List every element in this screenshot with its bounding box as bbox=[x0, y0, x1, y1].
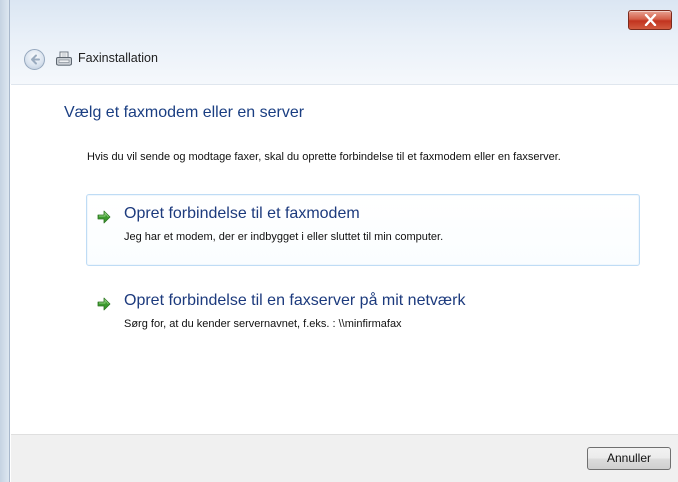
titlebar-divider bbox=[11, 84, 678, 85]
option-fax-modem[interactable]: Opret forbindelse til et faxmodem Jeg ha… bbox=[86, 194, 640, 266]
fax-icon bbox=[56, 51, 72, 66]
cancel-button[interactable]: Annuller bbox=[587, 447, 671, 470]
back-button[interactable] bbox=[24, 49, 45, 70]
back-arrow-icon bbox=[31, 54, 40, 65]
intro-text: Hvis du vil sende og modtage faxer, skal… bbox=[87, 151, 561, 163]
green-arrow-icon bbox=[97, 297, 111, 311]
option-title: Opret forbindelse til et faxmodem bbox=[124, 205, 360, 222]
green-arrow-icon bbox=[97, 210, 111, 224]
titlebar bbox=[10, 0, 678, 84]
window-title: Faxinstallation bbox=[78, 51, 158, 65]
page-title: Vælg et faxmodem eller en server bbox=[64, 104, 305, 121]
fax-setup-window: Faxinstallation Vælg et faxmodem eller e… bbox=[0, 0, 678, 482]
option-description: Sørg for, at du kender servernavnet, f.e… bbox=[124, 318, 402, 330]
footer-bar bbox=[11, 434, 678, 482]
window-frame-left bbox=[0, 0, 10, 482]
close-icon bbox=[644, 14, 657, 26]
option-title: Opret forbindelse til en faxserver på mi… bbox=[124, 292, 466, 309]
close-button[interactable] bbox=[628, 10, 672, 30]
option-description: Jeg har et modem, der er indbygget i ell… bbox=[124, 231, 444, 243]
option-fax-server[interactable]: Opret forbindelse til en faxserver på mi… bbox=[86, 281, 640, 353]
